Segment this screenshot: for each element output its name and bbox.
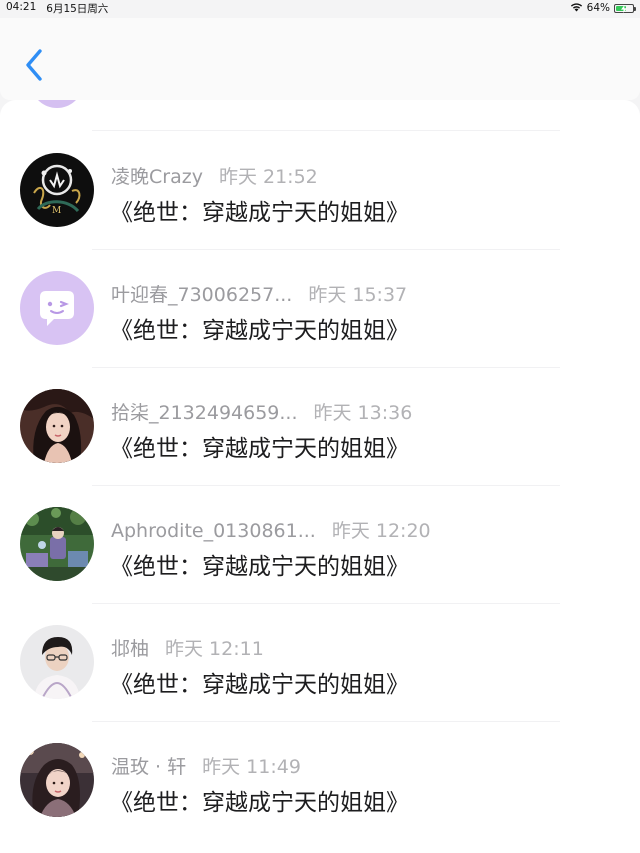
- list-item[interactable]: 温玫 · 轩昨天 11:49 《绝世：穿越成宁天的姐姐》: [0, 723, 640, 841]
- username[interactable]: 凌晚Crazy: [111, 166, 203, 188]
- back-button[interactable]: [18, 44, 52, 86]
- avatar[interactable]: [20, 625, 94, 699]
- divider: [92, 249, 560, 250]
- status-time: 04:21: [6, 0, 37, 13]
- timestamp: 昨天 11:49: [202, 756, 301, 778]
- divider: [92, 603, 560, 604]
- battery-icon: [614, 3, 636, 13]
- chevron-left-icon: [26, 49, 42, 81]
- username[interactable]: 温玫 · 轩: [111, 756, 186, 778]
- comment-meta: 温玫 · 轩昨天 11:49: [111, 752, 301, 779]
- avatar[interactable]: [20, 507, 94, 581]
- avatar[interactable]: [20, 271, 94, 345]
- status-bar: 04:21 6月15日周六 64%: [0, 0, 640, 16]
- list-item[interactable]: M 凌晚Crazy 昨天 21:52 《绝世：穿越成宁天的姐姐》: [0, 133, 640, 251]
- comment-meta: 邶柚 昨天 12:11: [111, 634, 264, 661]
- comment-meta: 叶迎春_73006257... 昨天 15:37: [111, 280, 407, 307]
- wifi-icon: [570, 2, 583, 15]
- timestamp: 昨天 21:52: [218, 166, 318, 188]
- comment-meta: 拾柒_2132494659... 昨天 13:36: [111, 398, 412, 425]
- timestamp: 昨天 12:11: [165, 638, 264, 660]
- comment-meta: 凌晚Crazy 昨天 21:52: [111, 162, 318, 189]
- avatar[interactable]: M: [20, 153, 94, 227]
- username[interactable]: 拾柒_2132494659...: [111, 402, 298, 424]
- status-date: 6月15日周六: [46, 2, 109, 15]
- avatar[interactable]: [20, 743, 94, 817]
- timestamp: 昨天 12:20: [331, 520, 431, 542]
- comment-list[interactable]: M 凌晚Crazy 昨天 21:52 《绝世：穿越成宁天的姐姐》 叶迎春_730…: [0, 100, 640, 853]
- username[interactable]: 邶柚: [111, 638, 149, 660]
- bolt-icon: [621, 4, 627, 13]
- divider: [92, 367, 560, 368]
- timestamp: 昨天 13:36: [313, 402, 413, 424]
- comment-text: 《绝世：穿越成宁天的姐姐》: [110, 318, 409, 344]
- comment-meta: Aphrodite_0130861... 昨天 12:20: [111, 516, 431, 543]
- comment-text: 《绝世：穿越成宁天的姐姐》: [110, 672, 409, 698]
- divider: [92, 485, 560, 486]
- comment-text: 《绝世：穿越成宁天的姐姐》: [110, 790, 409, 816]
- username[interactable]: 叶迎春_73006257...: [111, 284, 292, 306]
- avatar[interactable]: [20, 389, 94, 463]
- comment-text: 《绝世：穿越成宁天的姐姐》: [110, 554, 409, 580]
- svg-text:M: M: [52, 206, 61, 216]
- divider: [92, 721, 560, 722]
- list-item[interactable]: 叶迎春_73006257... 昨天 15:37 《绝世：穿越成宁天的姐姐》: [0, 251, 640, 369]
- nav-header: [0, 18, 640, 100]
- username[interactable]: Aphrodite_0130861...: [111, 520, 316, 542]
- avatar: [32, 100, 82, 108]
- list-item[interactable]: 拾柒_2132494659... 昨天 13:36 《绝世：穿越成宁天的姐姐》: [0, 369, 640, 487]
- screen: 04:21 6月15日周六 64% M 凌晚Crazy 昨天 21:52 《绝世…: [0, 0, 640, 853]
- list-item[interactable]: 邶柚 昨天 12:11 《绝世：穿越成宁天的姐姐》: [0, 605, 640, 723]
- comment-text: 《绝世：穿越成宁天的姐姐》: [110, 200, 409, 226]
- divider: [92, 130, 560, 131]
- timestamp: 昨天 15:37: [308, 284, 408, 306]
- battery-percent: 64%: [586, 2, 610, 14]
- list-item[interactable]: Aphrodite_0130861... 昨天 12:20 《绝世：穿越成宁天的姐…: [0, 487, 640, 605]
- comment-text: 《绝世：穿越成宁天的姐姐》: [110, 436, 409, 462]
